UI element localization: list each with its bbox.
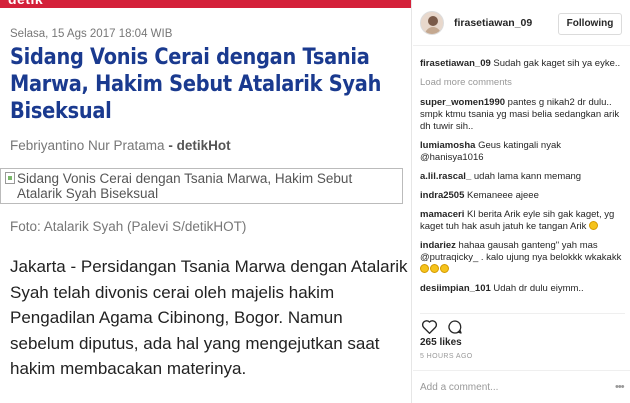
instagram-sidebar: firasetiawan_09 Following firasetiawan_0… <box>413 0 630 403</box>
article-dateline: Selasa, 15 Ags 2017 18:04 WIB <box>10 28 173 40</box>
article-headline: Sidang Vonis Cerai dengan Tsania Marwa, … <box>10 45 382 124</box>
smiley-emoji-icon <box>589 221 599 230</box>
byline-author: Febriyantino Nur Pratama <box>10 138 165 153</box>
comment-username[interactable]: lumiamosha <box>420 140 475 151</box>
add-comment-input[interactable]: Add a comment... <box>420 382 498 393</box>
byline-separator: - <box>164 138 177 153</box>
following-button[interactable]: Following <box>558 13 622 35</box>
comment-text: Udah dr dulu eiymm.. <box>493 283 584 294</box>
comment-icon[interactable] <box>447 319 463 335</box>
avatar[interactable] <box>420 11 444 35</box>
byline-source: detikHot <box>176 138 231 153</box>
comment-username[interactable]: indra2505 <box>420 190 464 201</box>
comment-username[interactable]: a.lil.rascal_ <box>420 171 471 182</box>
article-body: Jakarta - Persidangan Tsania Marwa denga… <box>10 257 408 378</box>
list-item: desiimpian_101 Udah dr dulu eiymm.. <box>420 283 625 295</box>
laughing-emoji-icon <box>430 264 439 273</box>
comment-username[interactable]: super_women1990 <box>420 97 505 108</box>
likes-count[interactable]: 265 likes <box>420 337 462 348</box>
comment-username[interactable]: mamaceri <box>420 209 464 220</box>
list-item: a.lil.rascal_ udah lama kann memang <box>420 171 625 183</box>
comment-text: udah lama kann memang <box>473 171 582 182</box>
list-item: super_women1990 pantes g nikah2 dr dulu.… <box>420 97 625 133</box>
comments-list[interactable]: firasetiawan_09 Sudah gak kaget sih ya e… <box>420 58 625 306</box>
heart-icon[interactable] <box>421 319 438 334</box>
comment-username[interactable]: firasetiawan_09 <box>420 58 491 69</box>
laughing-emoji-icon <box>420 264 429 273</box>
list-item: mamaceri Kl berita Arik eyle sih gak kag… <box>420 209 625 233</box>
news-article-image: detik Selasa, 15 Ags 2017 18:04 WIB Sida… <box>0 0 412 403</box>
load-more-comments-link[interactable]: Load more comments <box>420 77 625 89</box>
broken-image-icon <box>5 172 15 184</box>
list-item: indra2505 Kemaneee ajeee <box>420 190 625 202</box>
post-header: firasetiawan_09 Following <box>413 0 630 46</box>
list-item: lumiamosha Geus katingali nyak @hanisya1… <box>420 140 625 164</box>
site-header-bar: detik <box>0 0 411 8</box>
add-comment-area: Add a comment... ••• <box>413 370 630 403</box>
list-item: indariez hahaa gausah ganteng" yah mas @… <box>420 240 625 276</box>
broken-image-placeholder: Sidang Vonis Cerai dengan Tsania Marwa, … <box>0 168 403 204</box>
site-logo: detik <box>8 0 43 7</box>
comment-username[interactable]: desiimpian_101 <box>420 283 491 294</box>
post-username[interactable]: firasetiawan_09 <box>454 17 532 29</box>
laughing-emoji-icon <box>440 264 449 273</box>
comment-username[interactable]: indariez <box>420 240 456 251</box>
article-byline: Febriyantino Nur Pratama - detikHot <box>10 138 231 153</box>
comment-text: Kemaneee ajeee <box>467 190 539 201</box>
list-item: firasetiawan_09 Sudah gak kaget sih ya e… <box>420 58 625 70</box>
post-timestamp: 5 HOURS AGO <box>420 353 473 360</box>
image-caption: Foto: Atalarik Syah (Palevi S/detikHOT) <box>10 219 247 234</box>
more-options-icon[interactable]: ••• <box>615 382 625 393</box>
post-actions <box>420 313 625 335</box>
comment-text: Sudah gak kaget sih ya eyke.. <box>493 58 621 69</box>
image-alt-text: Sidang Vonis Cerai dengan Tsania Marwa, … <box>17 171 353 201</box>
